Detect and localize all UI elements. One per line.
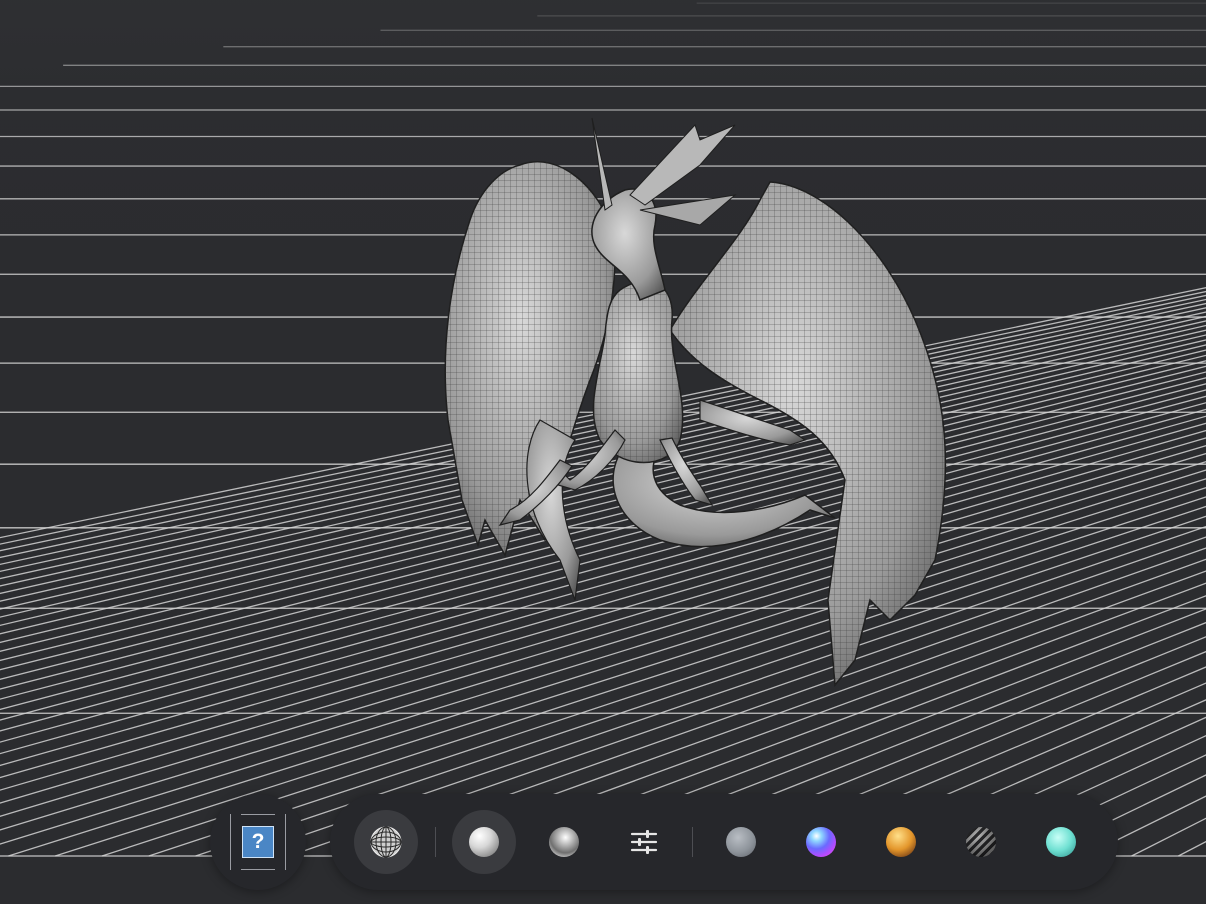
chrome-sphere-icon [549,827,579,857]
material-iridescent-button[interactable] [789,810,853,874]
viewer-toolbar [330,794,1118,890]
striped-metal-matcap-icon [966,827,996,857]
help-dock: ? [210,794,306,890]
iridescent-matcap-icon [806,827,836,857]
material-gray-button[interactable] [709,810,773,874]
material-cyan-button[interactable] [1029,810,1093,874]
matcap-white-button[interactable] [452,810,516,874]
3d-viewport[interactable] [0,0,1206,904]
sliders-icon [630,830,658,854]
gray-matcap-icon [726,827,756,857]
toolbar-separator [435,827,436,857]
viewport-canvas[interactable] [0,0,1206,904]
matcap-chrome-button[interactable] [532,810,596,874]
cyan-matcap-icon [1046,827,1076,857]
material-orange-button[interactable] [869,810,933,874]
help-icon: ? [242,826,274,858]
wireframe-toggle-button[interactable] [354,810,418,874]
settings-button[interactable] [612,810,676,874]
wireframe-globe-icon [370,826,402,858]
white-clay-sphere-icon [469,827,499,857]
material-striped-metal-button[interactable] [949,810,1013,874]
orange-matcap-icon [886,827,916,857]
toolbar-separator [692,827,693,857]
help-button[interactable]: ? [226,810,290,874]
